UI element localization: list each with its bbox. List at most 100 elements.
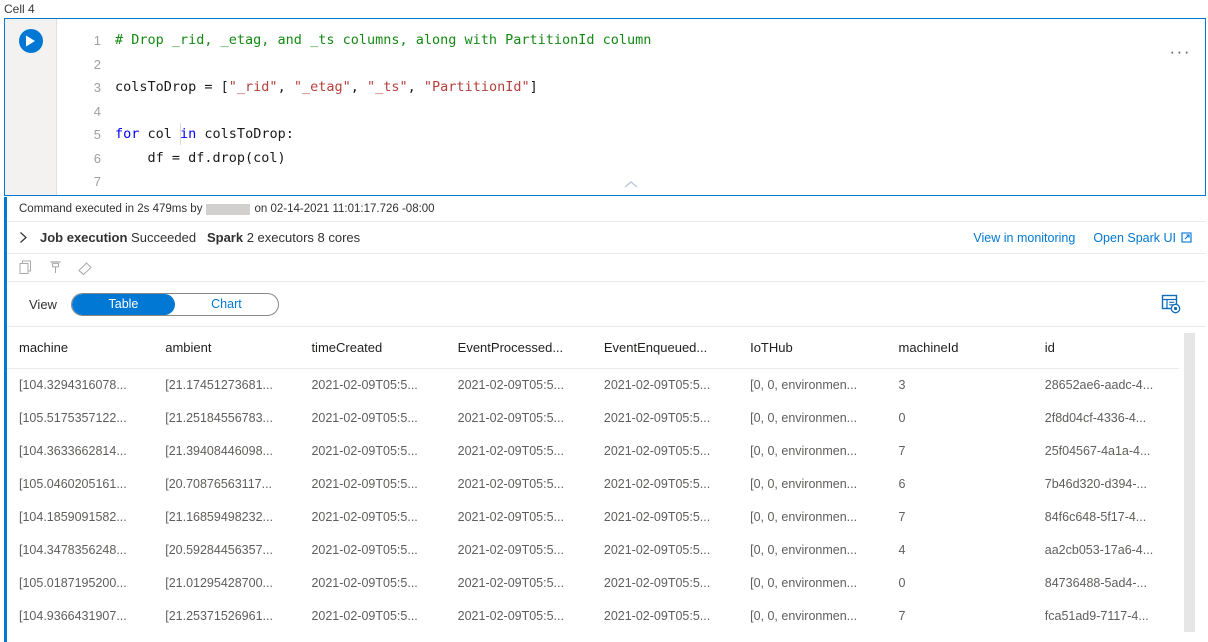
execution-timestamp: on 02-14-2021 11:01:17.726 -08:00 xyxy=(254,203,434,215)
spark-resources: 2 executors 8 cores xyxy=(247,230,360,245)
output-toolbar xyxy=(7,254,1206,282)
line-number: 4 xyxy=(57,100,115,124)
table-settings-icon[interactable] xyxy=(1160,293,1182,315)
collapse-chevron-icon[interactable] xyxy=(623,176,639,194)
table-row[interactable]: [104.9366431907... [21.25371526961... 20… xyxy=(7,599,1179,632)
table-row[interactable]: [105.0187195200... [21.01295428700... 20… xyxy=(7,566,1179,599)
cell-id: aa2cb053-17a6-4... xyxy=(1033,533,1179,566)
cell-ambient: [21.01295428700... xyxy=(153,566,299,599)
cell-eventenqueued: 2021-02-09T05:5... xyxy=(592,368,738,401)
code-keyword: in xyxy=(180,126,196,142)
cell-eventenqueued: 2021-02-09T05:5... xyxy=(592,599,738,632)
open-spark-ui-link[interactable]: Open Spark UI xyxy=(1093,231,1192,245)
column-header-id[interactable]: id xyxy=(1033,327,1179,368)
execution-status-row: Command executed in 2s 479ms by on 02-14… xyxy=(7,197,1206,222)
run-gutter xyxy=(5,19,57,195)
cell-eventprocessed: 2021-02-09T05:5... xyxy=(446,533,592,566)
cell-ambient: [20.70876563117... xyxy=(153,467,299,500)
redacted-user-name xyxy=(206,204,250,215)
code-token: colsToDrop xyxy=(115,79,196,95)
download-icon[interactable] xyxy=(48,260,63,275)
tab-table[interactable]: Table xyxy=(72,294,175,315)
cell-title: Cell 4 xyxy=(4,0,35,18)
open-spark-ui-label: Open Spark UI xyxy=(1093,231,1176,245)
column-header-ambient[interactable]: ambient xyxy=(153,327,299,368)
clear-icon[interactable] xyxy=(77,260,93,275)
view-toggle: Table Chart xyxy=(71,293,279,316)
code-comment: # Drop _rid, _etag, and _ts columns, alo… xyxy=(115,32,651,48)
table-row[interactable]: [105.5175357122... [21.25184556783... 20… xyxy=(7,401,1179,434)
code-line: 5 for col in colsToDrop: xyxy=(57,123,1205,147)
column-header-machineid[interactable]: machineId xyxy=(887,327,1033,368)
cell-eventenqueued: 2021-02-09T05:5... xyxy=(592,566,738,599)
cell-id: 28652ae6-aadc-4... xyxy=(1033,368,1179,401)
spark-label: Spark xyxy=(207,230,243,245)
table-row[interactable]: [104.3633662814... [21.39408446098... 20… xyxy=(7,434,1179,467)
cell-ambient: [21.39408446098... xyxy=(153,434,299,467)
table-row[interactable]: [104.3478356248... [20.59284456357... 20… xyxy=(7,533,1179,566)
cell-id: 84736488-5ad4-... xyxy=(1033,566,1179,599)
line-number: 2 xyxy=(57,53,115,77)
cell-eventenqueued: 2021-02-09T05:5... xyxy=(592,500,738,533)
cell-eventenqueued: 2021-02-09T05:5... xyxy=(592,401,738,434)
table-row[interactable]: [104.3294316078... [21.17451273681... 20… xyxy=(7,368,1179,401)
cell-id: 2f8d04cf-4336-4... xyxy=(1033,401,1179,434)
code-token: ] xyxy=(530,79,538,95)
cell-machineid: 7 xyxy=(887,500,1033,533)
cell-machine: [104.3633662814... xyxy=(7,434,153,467)
cell-iothub: [0, 0, environmen... xyxy=(738,401,886,434)
results-table-container[interactable]: machine ambient timeCreated EventProcess… xyxy=(7,326,1206,632)
notebook-cell-output-view: Cell 4 1 # Drop _rid, _etag, and _ts col… xyxy=(0,0,1208,642)
cell-id: 84f6c648-5f17-4... xyxy=(1033,500,1179,533)
code-keyword: for xyxy=(115,126,139,142)
table-vertical-scrollbar[interactable] xyxy=(1184,333,1195,632)
column-header-iothub[interactable]: IoTHub xyxy=(738,327,886,368)
cell-machineid: 6 xyxy=(887,467,1033,500)
code-editor[interactable]: 1 # Drop _rid, _etag, and _ts columns, a… xyxy=(57,19,1205,195)
cell-timecreated: 2021-02-09T05:5... xyxy=(299,599,445,632)
cell-eventenqueued: 2021-02-09T05:5... xyxy=(592,467,738,500)
column-header-timecreated[interactable]: timeCreated xyxy=(299,327,445,368)
view-in-monitoring-link[interactable]: View in monitoring xyxy=(973,231,1075,245)
cell-eventprocessed: 2021-02-09T05:5... xyxy=(446,434,592,467)
run-cell-button[interactable] xyxy=(19,29,43,53)
cell-eventprocessed: 2021-02-09T05:5... xyxy=(446,599,592,632)
table-row[interactable]: [105.0460205161... [20.70876563117... 20… xyxy=(7,467,1179,500)
cell-eventprocessed: 2021-02-09T05:5... xyxy=(446,566,592,599)
cell-timecreated: 2021-02-09T05:5... xyxy=(299,434,445,467)
cell-iothub: [0, 0, environmen... xyxy=(738,434,886,467)
table-row[interactable]: [104.1859091582... [21.16859498232... 20… xyxy=(7,500,1179,533)
cell-timecreated: 2021-02-09T05:5... xyxy=(299,467,445,500)
copy-icon[interactable] xyxy=(19,260,34,275)
cell-timecreated: 2021-02-09T05:5... xyxy=(299,401,445,434)
cell-ambient: [21.25371526961... xyxy=(153,599,299,632)
line-number: 3 xyxy=(57,76,115,100)
cell-machine: [104.3294316078... xyxy=(7,368,153,401)
cell-timecreated: 2021-02-09T05:5... xyxy=(299,500,445,533)
table-body: [104.3294316078... [21.17451273681... 20… xyxy=(7,368,1179,632)
cell-more-options-icon[interactable]: ··· xyxy=(1170,47,1191,57)
code-line: 3 colsToDrop = ["_rid", "_etag", "_ts", … xyxy=(57,76,1205,100)
cell-machineid: 7 xyxy=(887,599,1033,632)
column-header-eventprocessed[interactable]: EventProcessed... xyxy=(446,327,592,368)
code-string: "_rid" xyxy=(229,79,278,95)
cell-eventprocessed: 2021-02-09T05:5... xyxy=(446,401,592,434)
column-header-machine[interactable]: machine xyxy=(7,327,153,368)
cell-machine: [105.0460205161... xyxy=(7,467,153,500)
cell-machineid: 3 xyxy=(887,368,1033,401)
cell-iothub: [0, 0, environmen... xyxy=(738,500,886,533)
cell-id: fca51ad9-7117-4... xyxy=(1033,599,1179,632)
cell-machineid: 0 xyxy=(887,401,1033,434)
expand-job-chevron-icon[interactable] xyxy=(19,231,28,244)
cell-output: Command executed in 2s 479ms by on 02-14… xyxy=(4,197,1206,642)
cell-machineid: 0 xyxy=(887,566,1033,599)
cell-ambient: [21.25184556783... xyxy=(153,401,299,434)
cell-machine: [105.5175357122... xyxy=(7,401,153,434)
results-table: machine ambient timeCreated EventProcess… xyxy=(7,327,1179,632)
tab-chart[interactable]: Chart xyxy=(175,294,278,315)
column-header-eventenqueued[interactable]: EventEnqueued... xyxy=(592,327,738,368)
code-token: df = df.drop(col) xyxy=(115,147,286,171)
execution-prefix: Command executed in 2s 479ms by xyxy=(19,203,202,215)
cell-id: 25f04567-4a1a-4... xyxy=(1033,434,1179,467)
code-token: col xyxy=(139,126,180,142)
